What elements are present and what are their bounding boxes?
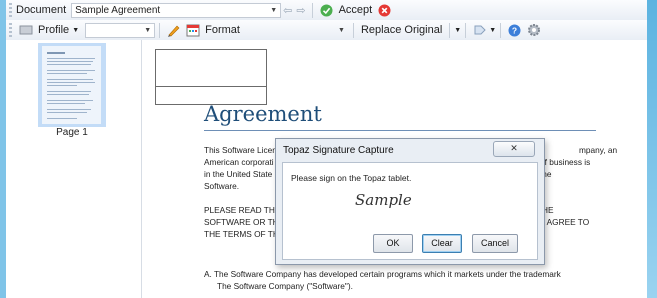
toolbar-separator — [500, 22, 502, 38]
cancel-button[interactable]: Cancel — [472, 234, 518, 253]
chevron-down-icon: ▼ — [270, 6, 278, 14]
check-icon[interactable] — [319, 3, 334, 18]
intro-paragraph-right: of business is the — [540, 156, 590, 180]
format-button[interactable]: Format — [205, 24, 240, 36]
dialog-title: Topaz Signature Capture — [283, 145, 394, 156]
profile-icon — [18, 23, 33, 38]
paragraph-line: American corporati — [204, 157, 274, 167]
toolbar-separator — [449, 22, 451, 38]
stamp-icon[interactable] — [472, 23, 487, 38]
format-select[interactable]: ▼ — [249, 23, 349, 38]
paragraph-line: The Software Company ("Software"). — [217, 281, 353, 291]
dialog-content: Please sign on the Topaz tablet. Sample … — [282, 162, 538, 260]
document-select-value: Sample Agreement — [75, 4, 161, 16]
list-item-a: A. The Software Company has developed ce… — [204, 268, 561, 292]
paragraph-line: This Software Licen — [204, 145, 277, 155]
notice-paragraph: PLEASE READ THIS SOFTWARE OR THI THE TER… — [204, 204, 283, 240]
dialog-prompt: Please sign on the Topaz tablet. — [291, 173, 412, 183]
paragraph-line: THE TERMS OF THI — [204, 229, 282, 239]
paragraph-line: ) AGREE TO — [542, 217, 590, 227]
thumbnail-panel: Page 1 — [6, 40, 142, 298]
document-select[interactable]: Sample Agreement ▼ — [71, 2, 282, 18]
toolbar-separator — [311, 2, 313, 18]
paragraph-line: SOFTWARE OR THI — [204, 217, 281, 227]
close-icon: ✕ — [510, 143, 518, 153]
calendar-icon[interactable] — [185, 23, 200, 38]
captured-signature: Sample — [355, 191, 412, 209]
paragraph-line: PLEASE READ THIS — [204, 205, 283, 215]
page-thumbnail-image — [42, 46, 101, 124]
page-thumbnail-label: Page 1 — [56, 127, 88, 138]
paragraph-line: A. The Software Company has developed ce… — [204, 269, 561, 279]
document-toolbar: Document Sample Agreement ▼ ⇦ ⇨ Accept — [6, 0, 647, 21]
accept-button[interactable]: Accept — [339, 4, 373, 16]
paragraph-line: mpany, an — [579, 145, 618, 155]
signature-field[interactable] — [155, 49, 267, 87]
intro-paragraph-right: mpany, an — [579, 144, 617, 156]
profile-select[interactable]: ▼ — [85, 22, 156, 38]
paragraph-line: the — [540, 169, 552, 179]
gear-icon[interactable] — [526, 23, 541, 38]
toolbar-separator — [159, 22, 161, 38]
paragraph-line: of business is — [540, 157, 591, 167]
chevron-down-icon[interactable]: ▼ — [489, 27, 496, 34]
help-icon[interactable]: ? — [507, 23, 522, 38]
chevron-down-icon: ▼ — [338, 26, 345, 34]
title-divider — [204, 130, 596, 131]
chevron-down-icon: ▼ — [144, 26, 152, 34]
clear-button[interactable]: Clear — [422, 234, 462, 253]
toolbar-separator — [465, 22, 467, 38]
page-thumbnail[interactable] — [38, 43, 106, 127]
reject-icon[interactable] — [377, 3, 392, 18]
ok-button[interactable]: OK — [373, 234, 413, 253]
app-window: Document Sample Agreement ▼ ⇦ ⇨ Accept P… — [0, 0, 657, 298]
toolbar-grip[interactable] — [9, 3, 12, 17]
paragraph-line: in the United State — [204, 169, 273, 179]
chevron-down-icon[interactable]: ▼ — [72, 27, 79, 34]
format-toolbar: Profile ▼ ▼ Format ▼ Replace Original ▼ … — [6, 20, 647, 41]
intro-paragraph: This Software Licen American corporati i… — [204, 144, 277, 192]
toolbar-grip[interactable] — [9, 23, 12, 37]
forward-arrow-icon[interactable]: ⇨ — [296, 4, 305, 17]
toolbar-separator — [352, 22, 354, 38]
back-arrow-icon[interactable]: ⇦ — [283, 4, 292, 17]
notice-paragraph-right: HE ) AGREE TO — [542, 204, 589, 228]
desktop-background-right — [647, 0, 657, 298]
svg-text:?: ? — [512, 25, 517, 35]
document-label: Document — [16, 4, 67, 16]
sign-pen-icon[interactable] — [166, 23, 181, 38]
document-title: Agreement — [204, 102, 322, 126]
signature-capture-dialog: Topaz Signature Capture ✕ Please sign on… — [275, 138, 545, 265]
chevron-down-icon[interactable]: ▼ — [454, 27, 461, 34]
paragraph-line: HE — [542, 205, 554, 215]
paragraph-line: Software. — [204, 181, 240, 191]
replace-original-button[interactable]: Replace Original — [361, 24, 442, 36]
close-button[interactable]: ✕ — [493, 141, 535, 157]
profile-menu[interactable]: Profile — [38, 24, 69, 36]
